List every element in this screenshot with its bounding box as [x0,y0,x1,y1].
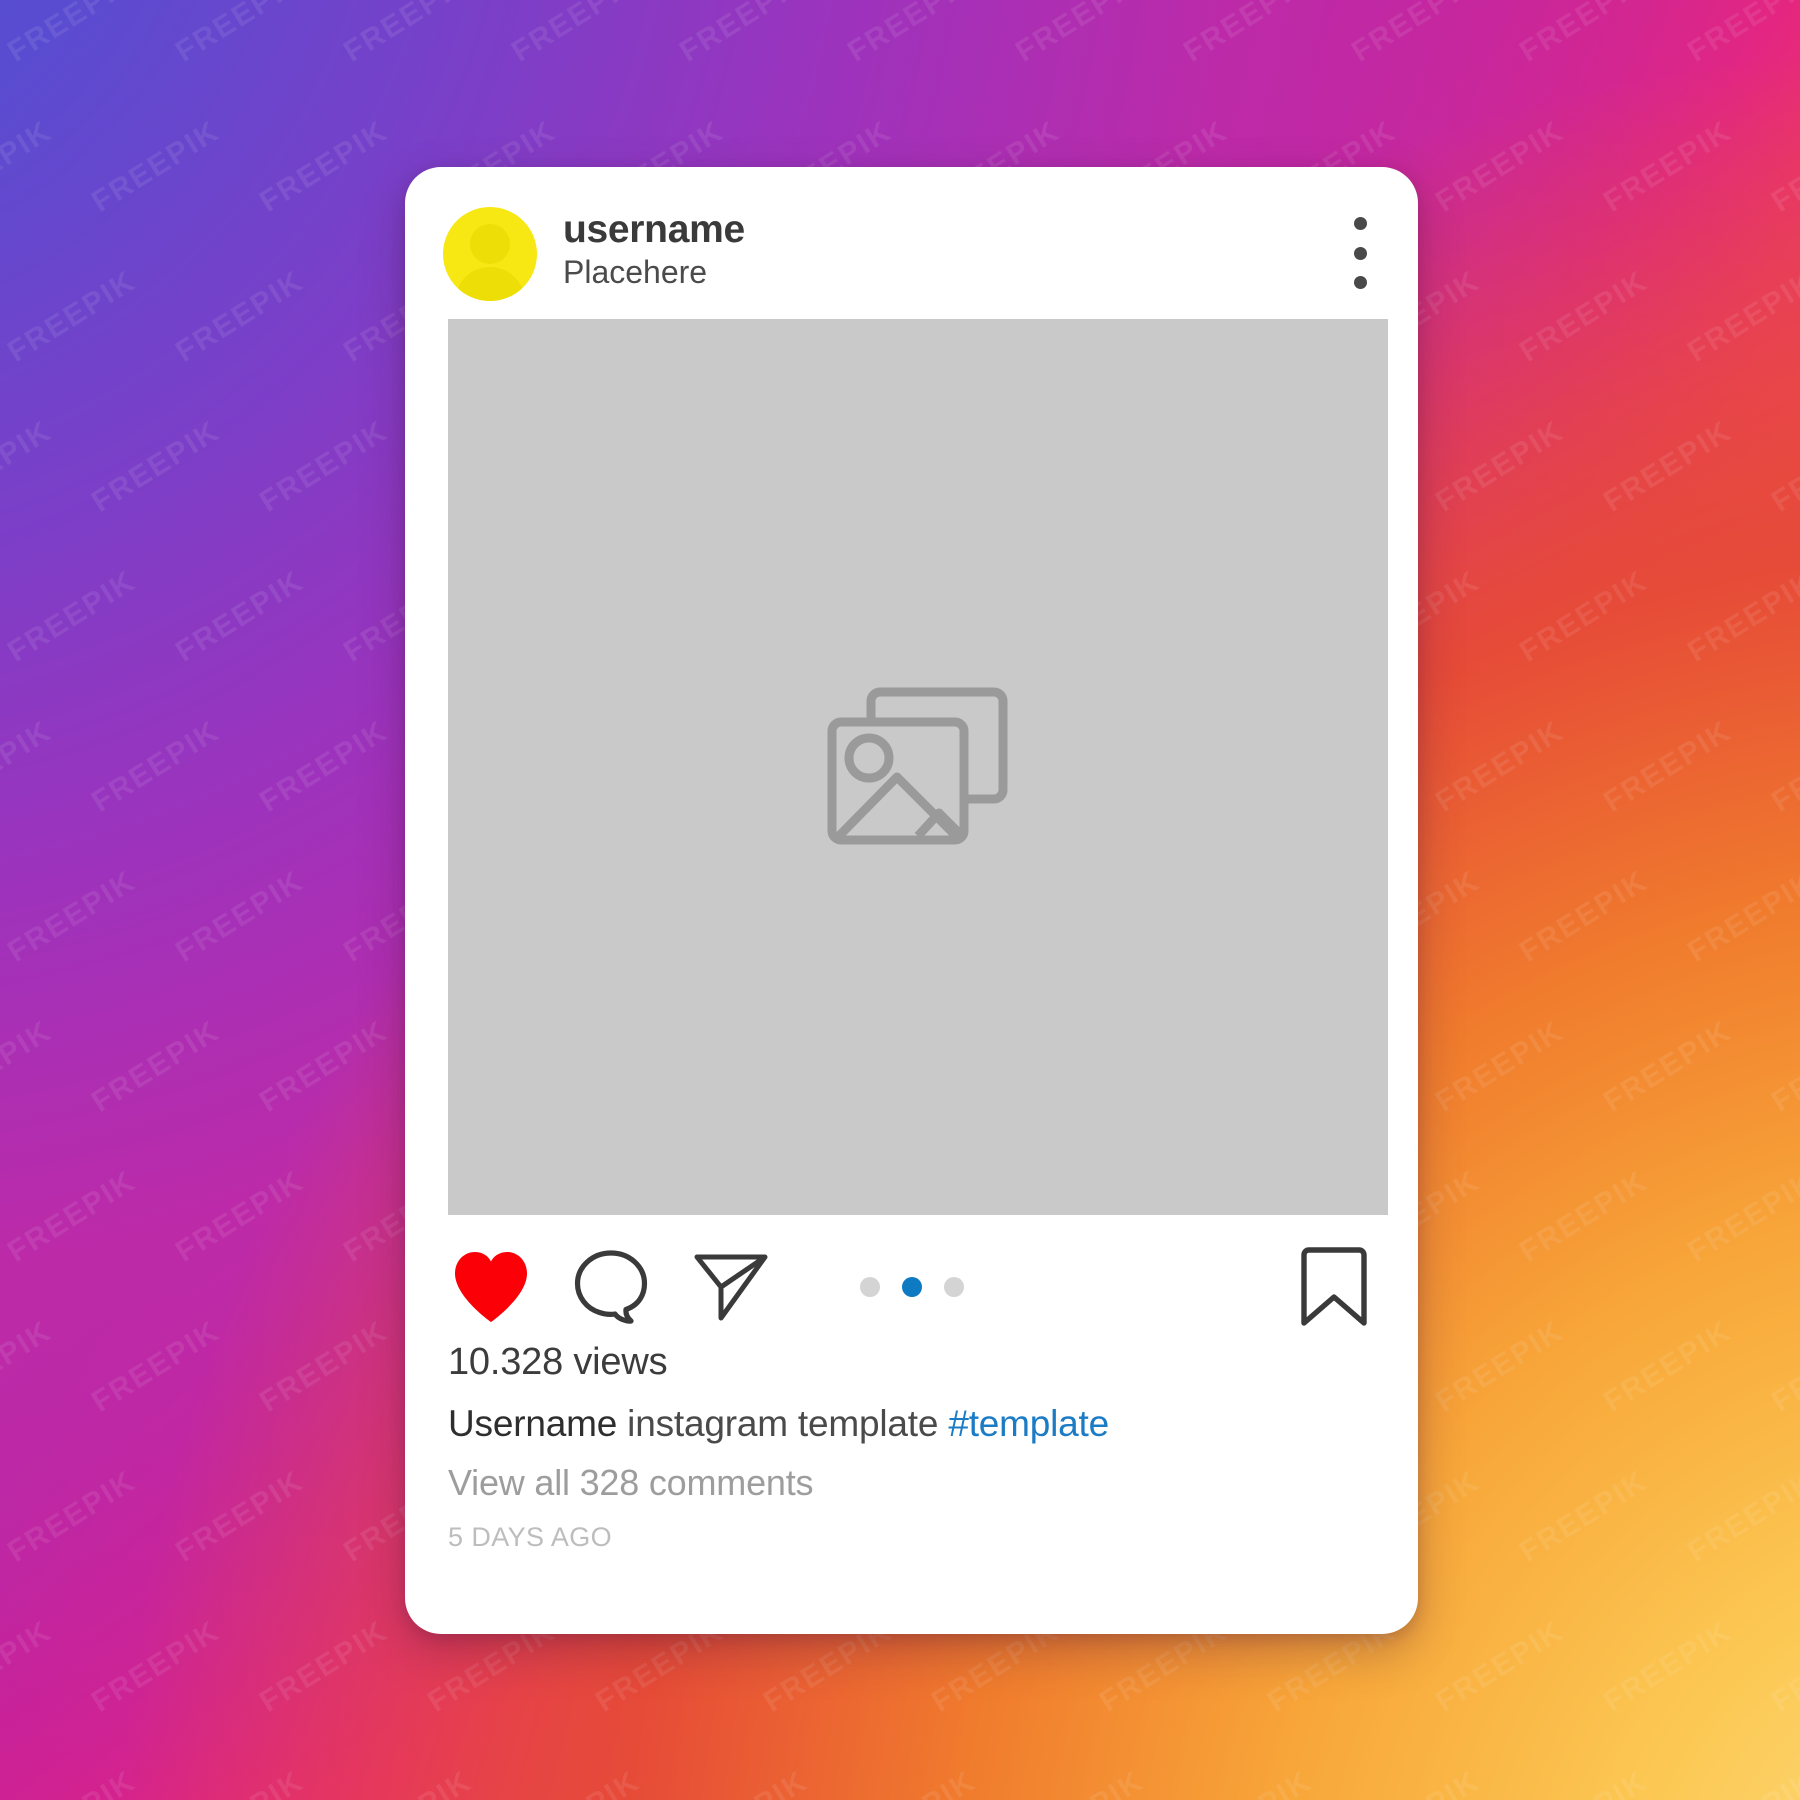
timestamp-label: 5 DAYS AGO [448,1522,613,1553]
header-text-group: username Placehere [563,208,745,292]
instagram-post-card: username Placehere 10.328 views Username… [405,167,1418,1634]
views-count-label: 10.328 views [448,1341,668,1383]
avatar-person-body-icon [455,267,525,301]
location-label[interactable]: Placehere [563,254,745,292]
comment-button[interactable] [567,1243,655,1331]
view-all-comments-link[interactable]: View all 328 comments [448,1460,1368,1507]
bookmark-icon [1301,1247,1367,1326]
caption-text: instagram template [627,1402,939,1444]
username-label[interactable]: username [563,208,745,251]
image-placeholder-icon [827,687,1008,845]
share-button[interactable] [687,1243,775,1331]
like-button[interactable] [447,1243,535,1331]
more-options-button[interactable] [1342,214,1378,292]
post-header: username Placehere [405,167,1418,319]
caption-author-label[interactable]: Username [448,1403,617,1444]
save-bookmark-button[interactable] [1290,1243,1378,1331]
pagination-dot[interactable] [943,1277,964,1297]
action-bar [405,1233,1418,1345]
menu-dot-icon [1353,246,1367,260]
comment-bubble-icon [574,1250,648,1324]
pagination-dot[interactable] [859,1277,880,1297]
caption-hashtag-link[interactable]: #template [948,1403,1109,1444]
avatar-person-head-icon [470,224,510,264]
post-media-area[interactable] [448,319,1388,1215]
pagination-dot-active[interactable] [901,1277,922,1297]
send-paper-plane-icon [694,1254,768,1321]
menu-dot-icon [1353,217,1367,230]
caption-line: Username instagram template #template [448,1400,1368,1448]
heart-icon [455,1252,527,1322]
avatar[interactable] [443,207,537,301]
menu-dot-icon [1353,276,1367,289]
carousel-pagination [859,1277,964,1297]
caption-block: 10.328 views Username instagram template… [448,1339,1368,1553]
